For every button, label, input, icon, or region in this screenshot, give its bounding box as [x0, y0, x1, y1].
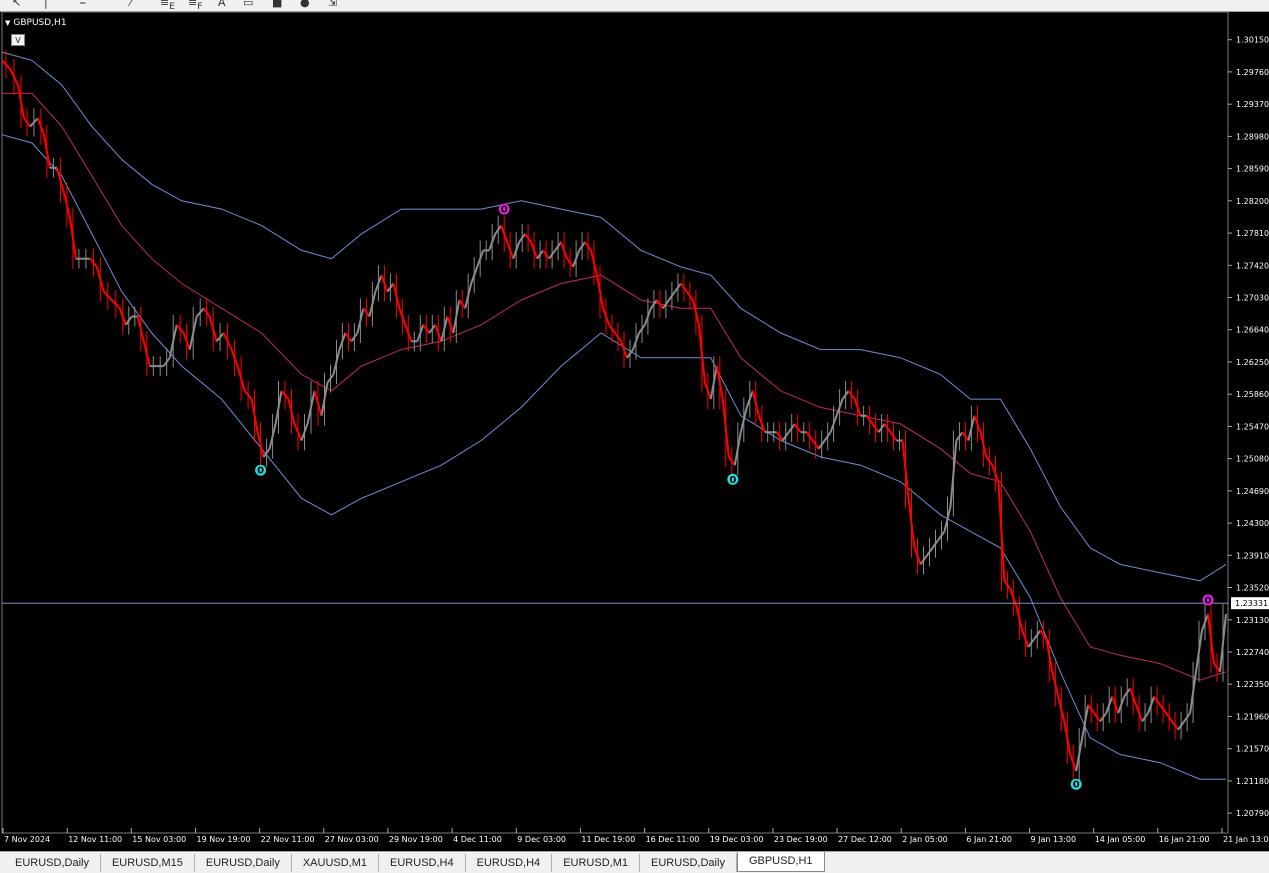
fibo-fan-icon[interactable]: ≡F [188, 0, 203, 12]
middle-band-line [2, 92, 1227, 681]
x-tick-label: 27 Dec 12:00 [838, 835, 892, 844]
x-tick-label: 27 Nov 03:00 [325, 835, 379, 844]
chart-tab[interactable]: EURUSD,H4 [466, 853, 553, 872]
symbol-text: GBPUSD,H1 [13, 18, 67, 28]
chart-tab[interactable]: EURUSD,Daily [4, 853, 101, 872]
y-tick-label: 1.21570 [1236, 745, 1269, 754]
y-tick-label: 1.20790 [1236, 809, 1269, 818]
current-price-label: 1.23331 [1235, 599, 1268, 608]
x-tick-label: 14 Jan 05:00 [1095, 835, 1146, 844]
y-tick-label: 1.22740 [1236, 648, 1269, 657]
y-tick-label: 1.21180 [1236, 777, 1269, 786]
x-tick-label: 19 Dec 03:00 [710, 835, 764, 844]
y-tick-label: 1.29370 [1236, 100, 1269, 109]
chart-tab[interactable]: EURUSD,Daily [640, 853, 737, 872]
zero-marker-label: 0 [1073, 780, 1080, 791]
x-tick-label: 21 Jan 13:00 [1223, 835, 1269, 844]
y-tick-label: 1.25080 [1236, 455, 1269, 464]
x-tick-label: 9 Jan 13:00 [1031, 835, 1077, 844]
y-tick-label: 1.30150 [1236, 36, 1269, 45]
chart-tab[interactable]: EURUSD,M1 [552, 853, 640, 872]
chart-tab[interactable]: EURUSD,M15 [101, 853, 195, 872]
x-tick-label: 11 Dec 19:00 [581, 835, 635, 844]
chart-tab-bar: EURUSD,Daily EURUSD,M15 EURUSD,Daily XAUUSD… [0, 851, 1269, 873]
chart-tab[interactable]: GBPUSD,H1 [736, 851, 825, 872]
x-tick-label: 23 Dec 19:00 [774, 835, 828, 844]
x-tick-label: 4 Dec 11:00 [453, 835, 502, 844]
x-tick-label: 16 Dec 11:00 [646, 835, 700, 844]
y-tick-label: 1.23520 [1236, 584, 1269, 593]
ellipse-icon[interactable]: ● [300, 0, 310, 10]
y-tick-label: 1.25470 [1236, 422, 1269, 431]
x-tick-label: 12 Nov 11:00 [68, 835, 122, 844]
fan-label: F [197, 1, 203, 12]
x-tick-label: 9 Dec 03:00 [517, 835, 566, 844]
text-icon[interactable]: A [218, 0, 226, 10]
x-tick-label: 16 Jan 21:00 [1159, 835, 1210, 844]
cursor-icon[interactable]: ↖ [12, 0, 21, 10]
zero-marker-label: 0 [1205, 595, 1212, 606]
lower-band-line [1, 134, 1226, 780]
vertical-line-icon[interactable]: | [44, 0, 48, 10]
chart-canvas[interactable]: 0 0 0 0 0 1.30150 1.29760 1.29370 1.28980 1.28590… [0, 12, 1269, 851]
zero-marker-label: 0 [501, 205, 508, 216]
x-tick-label: 6 Jan 21:00 [966, 835, 1012, 844]
dropdown-triangle-icon[interactable]: ▼ [5, 19, 10, 27]
chart-symbol-label: ▼ GBPUSD,H1 [5, 17, 67, 29]
x-tick-label: 19 Nov 19:00 [197, 835, 251, 844]
zero-marker-label: 0 [729, 475, 736, 486]
price-chart[interactable]: 0 0 0 0 0 1.30150 1.29760 1.29370 1.28980 1.28590… [0, 12, 1269, 851]
y-tick-label: 1.26640 [1236, 326, 1269, 335]
y-tick-label: 1.27030 [1236, 294, 1269, 303]
y-tick-label: 1.24300 [1236, 519, 1269, 528]
one-click-trading-button[interactable]: V [11, 34, 25, 46]
x-tick-label: 2 Jan 05:00 [902, 835, 948, 844]
fib-label: E [169, 1, 176, 12]
y-tick-label: 1.26250 [1236, 358, 1269, 367]
x-tick-label: 7 Nov 2024 [4, 835, 50, 844]
chart-tab[interactable]: XAUUSD,M1 [292, 853, 380, 872]
rectangle-icon[interactable]: ■ [272, 0, 282, 10]
upper-band-line [1, 51, 1227, 582]
y-tick-label: 1.25860 [1236, 390, 1269, 399]
x-tick-label: 22 Nov 11:00 [261, 835, 315, 844]
y-tick-label: 1.28590 [1236, 165, 1269, 174]
y-tick-label: 1.27420 [1236, 261, 1269, 270]
drawing-toolbar: ↖ | ⎯ ⁄ ≡E ≡F A ▭ ■ ● ⇲ [0, 0, 1269, 12]
y-tick-label: 1.23910 [1236, 551, 1269, 560]
x-tick-label: 15 Nov 03:00 [132, 835, 186, 844]
y-tick-label: 1.22350 [1236, 680, 1269, 689]
y-tick-label: 1.29760 [1236, 68, 1269, 77]
zero-marker-label: 0 [257, 466, 264, 477]
fibonacci-icon[interactable]: ≡E [160, 0, 176, 12]
trendline-icon[interactable]: ⁄ [130, 0, 132, 10]
y-tick-label: 1.28200 [1236, 197, 1269, 206]
plot-frame [1, 12, 1229, 834]
label-icon[interactable]: ▭ [243, 0, 253, 10]
chart-tab[interactable]: EURUSD,H4 [379, 853, 466, 872]
arrows-icon[interactable]: ⇲ [328, 0, 337, 10]
y-tick-label: 1.27810 [1236, 229, 1269, 238]
chart-tab[interactable]: EURUSD,Daily [195, 853, 292, 872]
x-tick-label: 29 Nov 19:00 [389, 835, 443, 844]
y-tick-label: 1.24690 [1236, 487, 1269, 496]
horizontal-line-icon[interactable]: ⎯ [80, 0, 86, 10]
y-tick-label: 1.23130 [1236, 616, 1269, 625]
y-tick-label: 1.28980 [1236, 132, 1269, 141]
y-tick-label: 1.21960 [1236, 712, 1269, 721]
